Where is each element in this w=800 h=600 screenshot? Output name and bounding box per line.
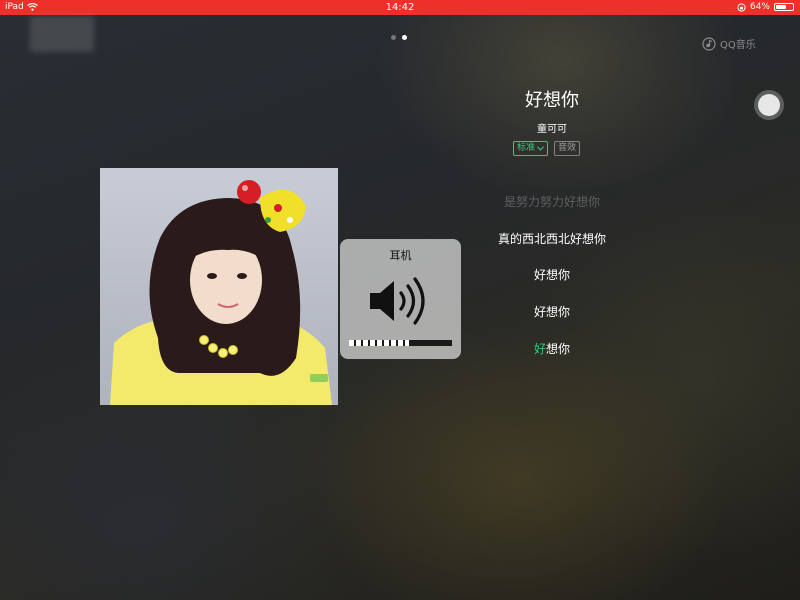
blurred-overlay xyxy=(30,16,94,52)
qq-music-logo: QQ音乐 xyxy=(702,36,756,51)
album-art[interactable] xyxy=(100,168,338,405)
page-dot[interactable] xyxy=(402,35,407,40)
status-time: 14:42 xyxy=(385,2,415,13)
volume-hud: 耳机 xyxy=(340,239,461,359)
rotation-lock-icon xyxy=(737,2,746,12)
battery-percent: 64% xyxy=(749,2,770,12)
assistive-touch-core xyxy=(758,94,780,116)
lyric-line: 好想你 xyxy=(533,268,570,282)
lyric-line: 真的西北西北好想你 xyxy=(497,232,606,246)
page-indicator[interactable] xyxy=(391,35,407,40)
artist-name[interactable]: 童可可 xyxy=(452,120,652,135)
lyric-line: 好想你 xyxy=(533,305,570,319)
quality-label: 标准 xyxy=(517,143,536,153)
lyric-line-current: 好想你 xyxy=(452,340,652,357)
album-art-portrait xyxy=(110,180,332,405)
speaker-volume-icon xyxy=(370,277,425,325)
volume-hud-title: 耳机 xyxy=(389,249,412,262)
quality-controls: 标准 音效 xyxy=(513,141,581,156)
page-dot[interactable] xyxy=(391,35,396,40)
status-right: 64% xyxy=(737,2,794,12)
song-title: 好想你 xyxy=(525,90,579,111)
volume-level-fill xyxy=(349,340,409,346)
battery-icon xyxy=(774,3,794,11)
qq-music-logo-icon xyxy=(702,36,716,51)
sound-effect-button[interactable]: 音效 xyxy=(554,141,581,156)
battery-fill xyxy=(776,5,786,9)
lyric-unsung-part: 想你 xyxy=(546,342,571,356)
quality-select-button[interactable]: 标准 xyxy=(513,141,549,156)
lyric-line-previous: 是努力努力好想你 xyxy=(503,195,600,209)
volume-level-bar xyxy=(349,340,452,346)
lyric-sung-part: 好 xyxy=(533,342,546,356)
chevron-down-icon xyxy=(537,146,544,151)
assistive-touch-button[interactable] xyxy=(740,76,798,134)
status-bar: iPad 14:42 64% xyxy=(0,0,800,15)
brand-name: QQ音乐 xyxy=(720,40,756,51)
